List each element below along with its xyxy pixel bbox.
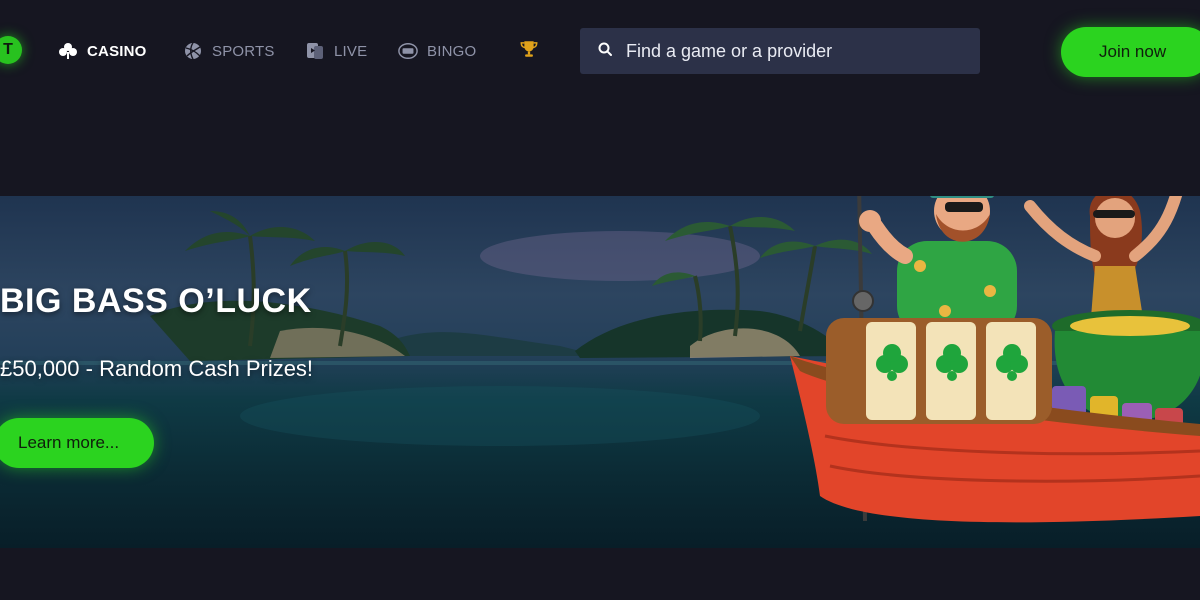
nav-item-label: CASINO bbox=[87, 42, 147, 60]
search-icon bbox=[598, 42, 612, 61]
search-input[interactable] bbox=[626, 40, 966, 62]
logo-letter: T bbox=[3, 41, 13, 58]
nav-item-sports[interactable]: SPORTS bbox=[183, 40, 275, 62]
nav-item-live[interactable]: LIVE bbox=[305, 40, 367, 62]
nav-item-label: LIVE bbox=[334, 42, 368, 60]
nav-item-casino[interactable]: CASINO bbox=[58, 40, 147, 62]
hero-title: BIG BASS O’LUCK bbox=[0, 282, 312, 320]
hero-subtitle: £50,000 - Random Cash Prizes! bbox=[0, 356, 314, 381]
nav-item-bingo[interactable]: BINGO bbox=[398, 40, 476, 62]
live-cards-icon bbox=[305, 41, 325, 61]
search-bar[interactable] bbox=[580, 28, 980, 74]
nav-item-trophy[interactable] bbox=[519, 38, 539, 60]
brand-logo[interactable]: T bbox=[0, 36, 22, 64]
join-now-button[interactable]: Join now bbox=[1061, 27, 1200, 77]
volleyball-icon bbox=[183, 41, 203, 61]
bingo-ball-icon bbox=[398, 41, 418, 61]
top-navigation: T CASINO SPORTS LIVE BINGO Find a game o… bbox=[0, 0, 1200, 100]
clover-icon bbox=[58, 41, 78, 61]
nav-item-label: SPORTS bbox=[212, 42, 275, 60]
nav-item-label: BINGO bbox=[427, 42, 477, 60]
learn-more-button[interactable]: Learn more... bbox=[0, 418, 154, 468]
hero-banner[interactable]: BIG BASS O’LUCK £50,000 - Random Cash Pr… bbox=[0, 196, 1200, 548]
trophy-icon bbox=[519, 39, 539, 59]
